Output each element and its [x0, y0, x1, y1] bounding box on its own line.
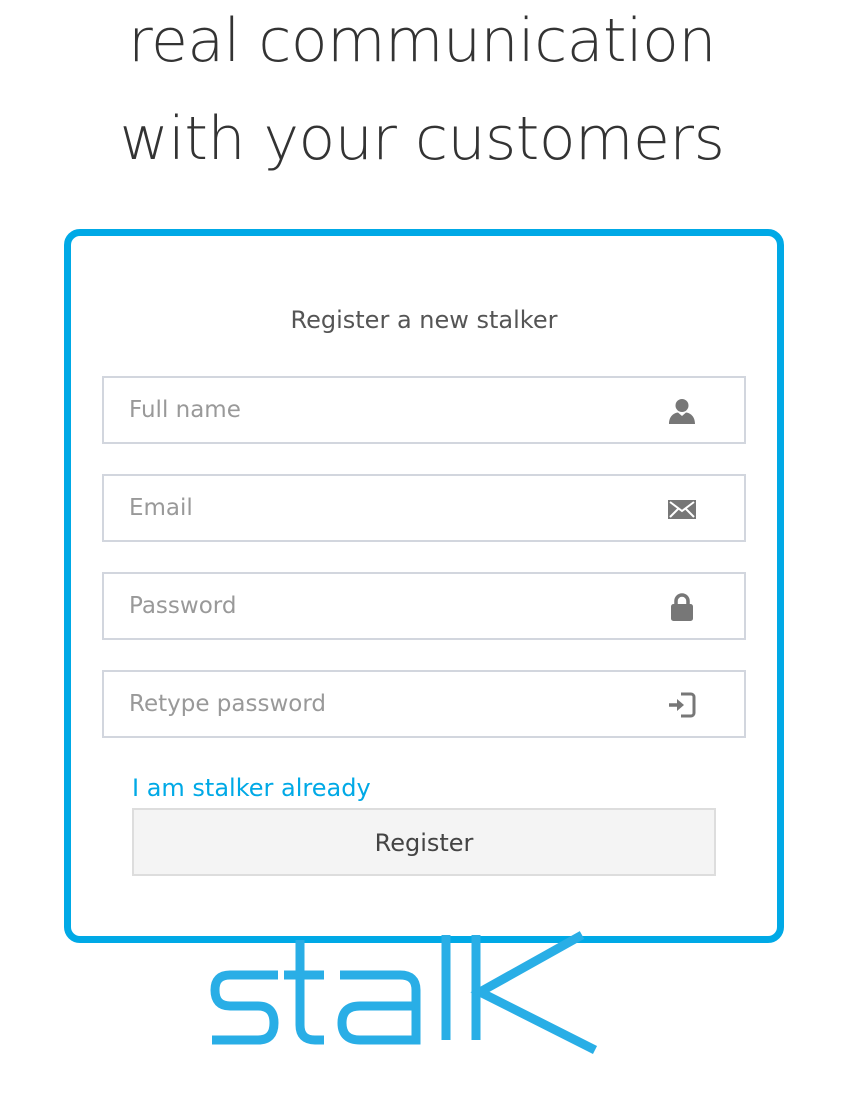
login-link[interactable]: I am stalker already: [132, 774, 371, 802]
retype-password-input[interactable]: [104, 672, 664, 736]
form-title: Register a new stalker: [290, 306, 558, 334]
login-icon: [669, 692, 696, 718]
full-name-input[interactable]: [104, 378, 664, 442]
full-name-field: [102, 376, 746, 444]
headline-line-2: with your customers: [119, 104, 725, 174]
envelope-icon: [668, 500, 696, 519]
headline-line-1: real communication: [128, 6, 716, 76]
password-input[interactable]: [104, 574, 664, 638]
lock-icon: [671, 593, 693, 621]
register-button[interactable]: Register: [132, 808, 716, 876]
email-field: [102, 474, 746, 542]
user-icon: [669, 399, 695, 424]
stalk-logo: [210, 931, 598, 1055]
email-input[interactable]: [104, 476, 664, 540]
retype-password-field: [102, 670, 746, 738]
register-card: Register a new stalker I am stalker alr: [64, 229, 784, 943]
password-field: [102, 572, 746, 640]
